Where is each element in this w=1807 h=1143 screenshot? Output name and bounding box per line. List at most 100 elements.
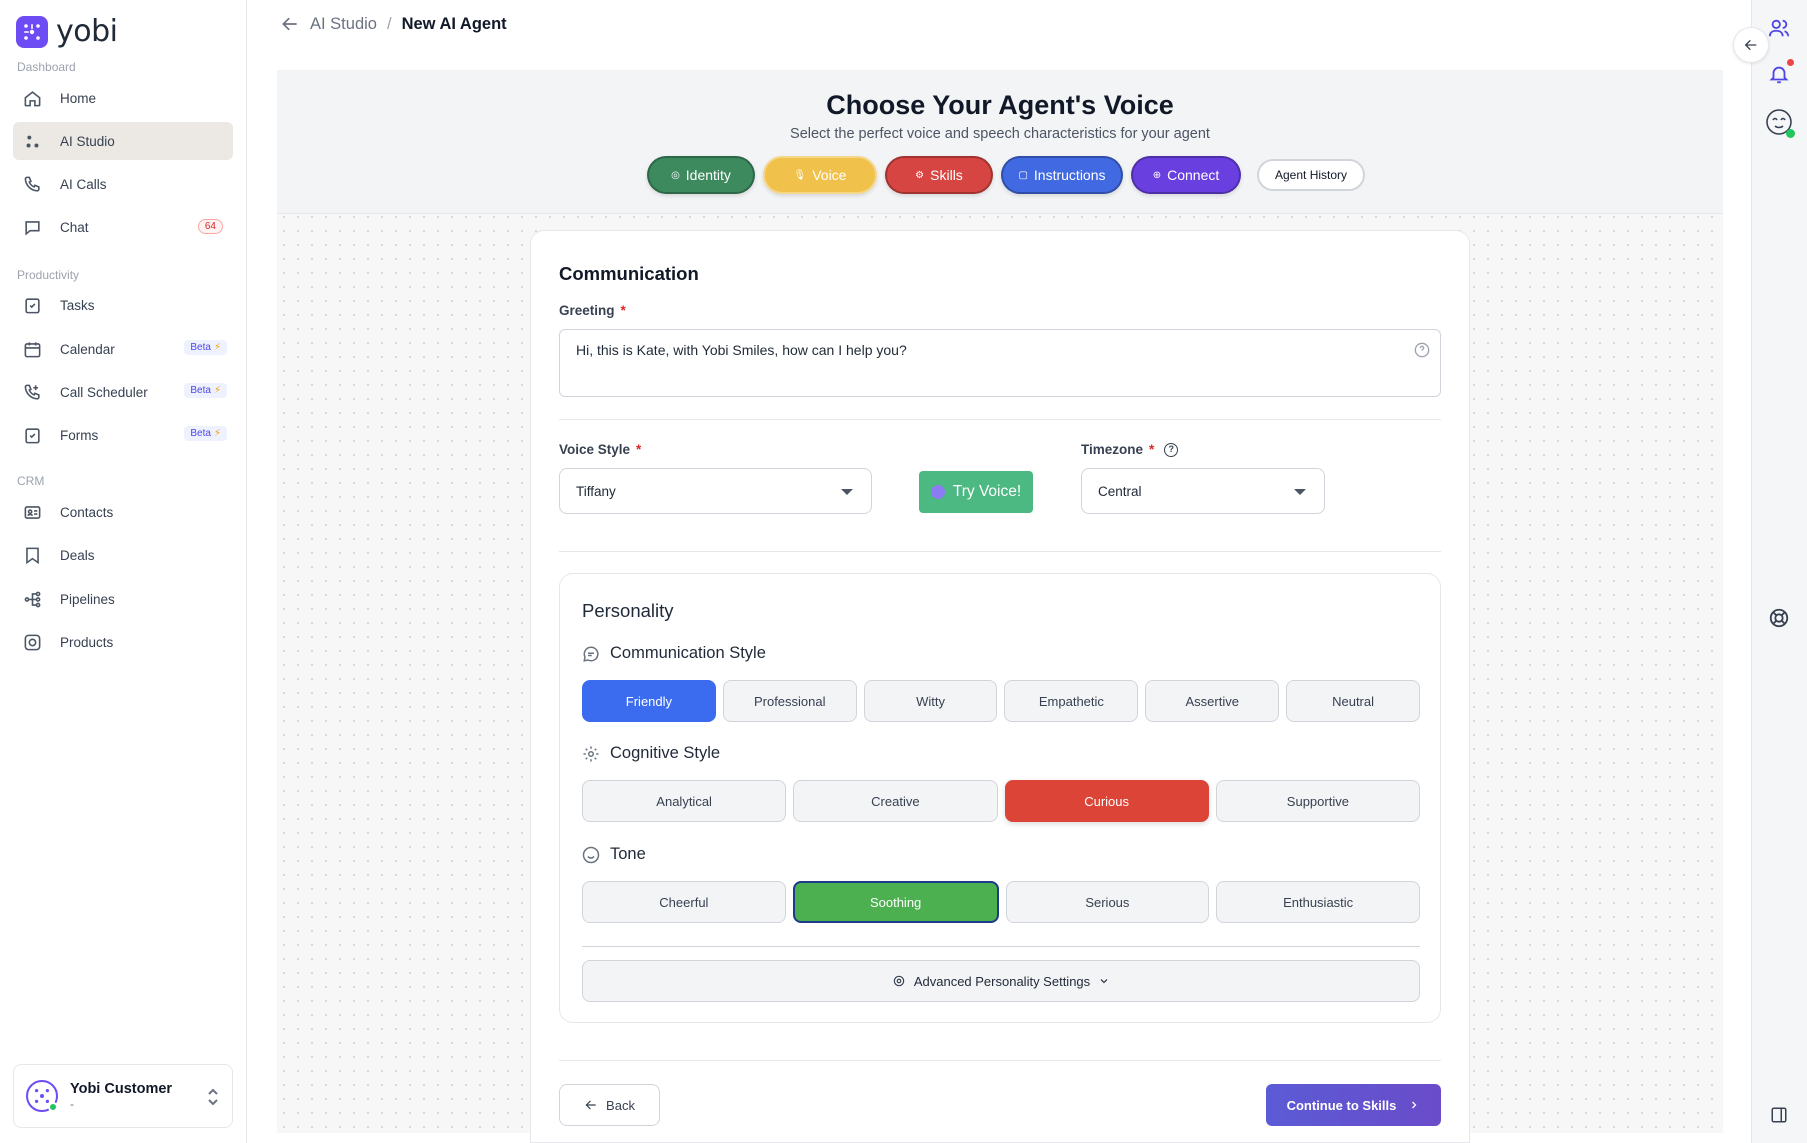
sidebar-item-products[interactable]: Products	[13, 623, 233, 661]
team-button[interactable]	[1766, 15, 1792, 41]
tab-voice[interactable]: 🎙 Voice	[763, 156, 877, 194]
cognitive-style-options: Analytical Creative Curious Supportive	[582, 780, 1420, 822]
document-icon: ▢	[1018, 169, 1028, 181]
timezone-value: Central	[1098, 483, 1142, 499]
option-curious[interactable]: Curious	[1004, 780, 1209, 822]
arrow-left-icon	[1744, 39, 1757, 51]
assistant-avatar-button[interactable]	[1764, 107, 1795, 138]
user-menu[interactable]: Yobi Customer -	[13, 1064, 233, 1128]
communication-title: Communication	[559, 263, 699, 284]
play-icon	[930, 485, 945, 499]
tone-heading: Tone	[582, 845, 646, 864]
sidebar-item-calendar[interactable]: Calendar Beta ⚡	[13, 330, 233, 368]
option-supportive[interactable]: Supportive	[1215, 780, 1420, 822]
sidebar-toggle-icon	[1771, 1107, 1787, 1123]
back-button[interactable]: Back	[559, 1084, 660, 1126]
divider	[559, 419, 1441, 420]
option-soothing[interactable]: Soothing	[792, 881, 999, 923]
beta-badge: Beta ⚡	[184, 426, 227, 441]
agent-history-button[interactable]: Agent History	[1257, 159, 1366, 191]
required-mark: *	[1149, 442, 1155, 457]
products-icon	[24, 634, 41, 650]
section-label-dashboard: Dashboard	[17, 60, 76, 74]
calendar-icon	[24, 341, 41, 357]
sidebar-item-label: Chat	[60, 219, 89, 235]
tab-label: Instructions	[1033, 167, 1106, 183]
option-empathetic[interactable]: Empathetic	[1004, 680, 1139, 722]
toggle-panel-button[interactable]	[1766, 1102, 1792, 1128]
option-friendly[interactable]: Friendly	[582, 680, 716, 722]
option-assertive[interactable]: Assertive	[1145, 680, 1280, 722]
tab-skills[interactable]: ⚙ Skills	[885, 156, 993, 194]
support-button[interactable]	[1766, 605, 1792, 631]
sidebar-item-forms[interactable]: Forms Beta ⚡	[13, 416, 233, 454]
section-label-crm: CRM	[17, 474, 45, 488]
ai-studio-icon	[26, 135, 39, 147]
sidebar-item-home[interactable]: Home	[13, 79, 233, 117]
back-arrow-icon[interactable]	[280, 14, 300, 34]
personality-title: Personality	[582, 600, 674, 621]
beta-badge-label: Beta	[190, 342, 211, 353]
beta-badge: Beta ⚡	[184, 340, 227, 355]
notifications-button[interactable]	[1766, 59, 1794, 87]
bolt-icon: ⚡	[213, 342, 221, 353]
timezone-select[interactable]: Central	[1081, 468, 1325, 514]
sidebar-item-label: Deals	[60, 547, 95, 563]
sidebar-item-call-scheduler[interactable]: Call Scheduler Beta ⚡	[13, 373, 233, 411]
sidebar-item-label: Call Scheduler	[60, 384, 148, 400]
collapse-panel-button[interactable]	[1733, 27, 1769, 63]
page-title: New AI Agent	[401, 14, 507, 33]
try-voice-label: Try Voice!	[952, 483, 1022, 500]
option-analytical[interactable]: Analytical	[582, 780, 787, 822]
sidebar-item-ai-calls[interactable]: AI Calls	[13, 165, 233, 203]
tab-identity[interactable]: ◎ Identity	[647, 156, 755, 194]
arrow-left-icon	[585, 1100, 596, 1110]
beta-badge-label: Beta	[190, 385, 211, 396]
tab-instructions[interactable]: ▢ Instructions	[1001, 156, 1123, 194]
brand-logo[interactable]: yobi	[16, 14, 118, 49]
phone-icon	[24, 176, 40, 192]
continue-to-skills-button[interactable]: Continue to Skills	[1266, 1084, 1441, 1126]
link-icon: ⊕	[1152, 169, 1162, 181]
group-title-text: Cognitive Style	[610, 744, 721, 762]
option-serious[interactable]: Serious	[1005, 881, 1210, 923]
option-professional[interactable]: Professional	[722, 680, 857, 722]
sidebar-item-deals[interactable]: Deals	[13, 536, 233, 574]
greeting-textarea[interactable]: Hi, this is Kate, with Yobi Smiles, how …	[559, 329, 1441, 397]
cognitive-style-heading: Cognitive Style	[582, 744, 720, 763]
section-label-productivity: Productivity	[17, 268, 80, 282]
tab-connect[interactable]: ⊕ Connect	[1131, 156, 1241, 194]
hero-title: Choose Your Agent's Voice	[826, 90, 1174, 120]
sidebar-item-chat[interactable]: Chat 64	[13, 208, 233, 246]
call-scheduler-icon	[24, 384, 40, 400]
sidebar-item-label: Home	[60, 90, 97, 106]
communication-style-options: Friendly Professional Witty Empathetic A…	[582, 680, 1420, 722]
sidebar-item-label: AI Calls	[60, 176, 107, 192]
sidebar-item-ai-studio[interactable]: AI Studio	[13, 122, 233, 160]
voice-style-value: Tiffany	[576, 483, 616, 499]
avatar	[26, 1080, 58, 1112]
voice-style-select[interactable]: Tiffany	[559, 468, 872, 514]
help-icon[interactable]	[1414, 342, 1430, 358]
help-icon[interactable]: ?	[1164, 443, 1179, 458]
sidebar: yobi Dashboard Home AI Studio AI Calls C…	[0, 0, 247, 1143]
sidebar-item-contacts[interactable]: Contacts	[13, 493, 233, 531]
timezone-label: Timezone *?	[1081, 442, 1179, 458]
option-witty[interactable]: Witty	[863, 680, 998, 722]
bolt-icon: ⚡	[213, 385, 221, 396]
user-subtitle: -	[70, 1097, 74, 1111]
user-name: Yobi Customer	[70, 1081, 173, 1097]
try-voice-button[interactable]: Try Voice!	[919, 471, 1033, 513]
advanced-personality-settings-button[interactable]: Advanced Personality Settings	[582, 960, 1420, 1002]
option-cheerful[interactable]: Cheerful	[582, 881, 786, 923]
yobi-logo-icon	[16, 15, 48, 48]
breadcrumb-ai-studio[interactable]: AI Studio	[310, 15, 377, 34]
hero-subtitle: Select the perfect voice and speech char…	[790, 126, 1210, 142]
option-creative[interactable]: Creative	[793, 780, 998, 822]
sidebar-item-pipelines[interactable]: Pipelines	[13, 580, 233, 618]
sidebar-item-tasks[interactable]: Tasks	[13, 286, 233, 324]
group-title-text: Communication Style	[610, 644, 766, 662]
gear-icon	[583, 746, 599, 761]
option-neutral[interactable]: Neutral	[1286, 680, 1420, 722]
option-enthusiastic[interactable]: Enthusiastic	[1216, 881, 1420, 923]
